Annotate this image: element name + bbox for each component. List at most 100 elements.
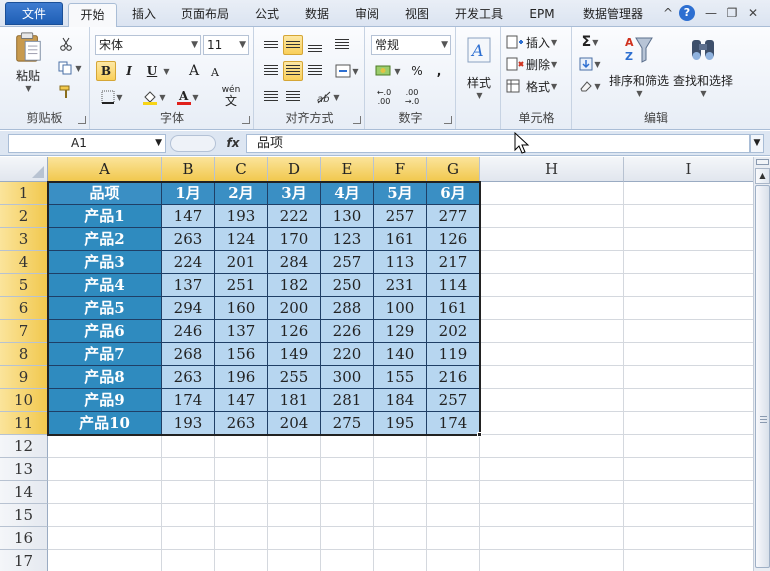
- cell-a17[interactable]: [48, 550, 162, 571]
- cell-i7[interactable]: [624, 320, 753, 343]
- column-header-d[interactable]: D: [268, 157, 321, 182]
- cell-f2[interactable]: 257: [374, 205, 427, 228]
- cell-i6[interactable]: [624, 297, 753, 320]
- cell-b3[interactable]: 263: [162, 228, 215, 251]
- cell-a16[interactable]: [48, 527, 162, 550]
- tab-home[interactable]: 开始: [68, 3, 117, 28]
- column-header-a[interactable]: A: [48, 157, 162, 182]
- cell-g9[interactable]: 216: [427, 366, 480, 389]
- cell-i4[interactable]: [624, 251, 753, 274]
- cell-h4[interactable]: [480, 251, 624, 274]
- align-bottom-button[interactable]: [305, 35, 325, 55]
- text-direction-button[interactable]: ab ▼: [313, 87, 343, 107]
- column-header-g[interactable]: G: [427, 157, 480, 182]
- align-center-button[interactable]: [283, 61, 303, 81]
- cell-c17[interactable]: [215, 550, 268, 571]
- copy-button[interactable]: ▼: [56, 59, 84, 77]
- cell-g5[interactable]: 114: [427, 274, 480, 297]
- cell-g16[interactable]: [427, 527, 480, 550]
- cell-h16[interactable]: [480, 527, 624, 550]
- dialog-launcher-icon[interactable]: [242, 116, 250, 124]
- chevron-down-icon[interactable]: ▼: [191, 36, 198, 54]
- column-header-i[interactable]: I: [624, 157, 753, 182]
- cell-c9[interactable]: 196: [215, 366, 268, 389]
- cell-b15[interactable]: [162, 504, 215, 527]
- cell-d1[interactable]: 3月: [268, 182, 321, 205]
- cell-g15[interactable]: [427, 504, 480, 527]
- cell-g10[interactable]: 257: [427, 389, 480, 412]
- cell-b8[interactable]: 268: [162, 343, 215, 366]
- cell-c12[interactable]: [215, 435, 268, 458]
- cell-h1[interactable]: [480, 182, 624, 205]
- cell-f10[interactable]: 184: [374, 389, 427, 412]
- cell-e12[interactable]: [321, 435, 374, 458]
- cell-c14[interactable]: [215, 481, 268, 504]
- cell-b5[interactable]: 137: [162, 274, 215, 297]
- cell-h17[interactable]: [480, 550, 624, 571]
- comma-style-button[interactable]: ,: [430, 61, 448, 81]
- cell-g11[interactable]: 174: [427, 412, 480, 435]
- cell-d2[interactable]: 222: [268, 205, 321, 228]
- tab-view[interactable]: 视图: [396, 3, 438, 27]
- styles-button[interactable]: A 样式 ▼: [461, 33, 497, 103]
- cell-d8[interactable]: 149: [268, 343, 321, 366]
- dialog-launcher-icon[interactable]: [353, 116, 361, 124]
- delete-cells-button[interactable]: 删除 ▼: [506, 54, 568, 74]
- cell-i14[interactable]: [624, 481, 753, 504]
- cell-i15[interactable]: [624, 504, 753, 527]
- cell-c2[interactable]: 193: [215, 205, 268, 228]
- cell-a10[interactable]: 产品9: [48, 389, 162, 412]
- insert-function-button[interactable]: fx: [222, 134, 244, 153]
- tab-developer[interactable]: 开发工具: [446, 3, 512, 27]
- orientation-button[interactable]: [331, 35, 353, 55]
- number-format-combo[interactable]: 常规 ▼: [371, 35, 451, 55]
- cell-e3[interactable]: 123: [321, 228, 374, 251]
- cell-c10[interactable]: 147: [215, 389, 268, 412]
- cell-d13[interactable]: [268, 458, 321, 481]
- cell-b13[interactable]: [162, 458, 215, 481]
- paste-button[interactable]: 粘贴 ▼: [8, 31, 48, 93]
- cell-g14[interactable]: [427, 481, 480, 504]
- scroll-thumb[interactable]: [755, 185, 770, 568]
- cell-b16[interactable]: [162, 527, 215, 550]
- cell-d7[interactable]: 126: [268, 320, 321, 343]
- cell-f7[interactable]: 129: [374, 320, 427, 343]
- cell-f13[interactable]: [374, 458, 427, 481]
- cell-e6[interactable]: 288: [321, 297, 374, 320]
- cell-i11[interactable]: [624, 412, 753, 435]
- cell-e1[interactable]: 4月: [321, 182, 374, 205]
- tab-data-manager[interactable]: 数据管理器: [574, 3, 652, 27]
- cell-e2[interactable]: 130: [321, 205, 374, 228]
- cell-d10[interactable]: 181: [268, 389, 321, 412]
- row-header-14[interactable]: 14: [0, 481, 48, 504]
- cell-g13[interactable]: [427, 458, 480, 481]
- cell-g17[interactable]: [427, 550, 480, 571]
- column-header-b[interactable]: B: [162, 157, 215, 182]
- cell-h3[interactable]: [480, 228, 624, 251]
- shrink-font-button[interactable]: A: [207, 63, 223, 81]
- dialog-launcher-icon[interactable]: [78, 116, 86, 124]
- formula-input[interactable]: 品项: [246, 134, 750, 153]
- cell-c15[interactable]: [215, 504, 268, 527]
- cell-h5[interactable]: [480, 274, 624, 297]
- cell-e4[interactable]: 257: [321, 251, 374, 274]
- cell-c13[interactable]: [215, 458, 268, 481]
- cell-f15[interactable]: [374, 504, 427, 527]
- cell-c5[interactable]: 251: [215, 274, 268, 297]
- chevron-down-icon[interactable]: ▼: [441, 36, 448, 54]
- cell-d9[interactable]: 255: [268, 366, 321, 389]
- cell-d15[interactable]: [268, 504, 321, 527]
- scroll-up-icon[interactable]: ▲: [755, 168, 770, 184]
- tab-page-layout[interactable]: 页面布局: [172, 3, 238, 27]
- tab-insert[interactable]: 插入: [122, 3, 166, 27]
- paste-dropdown-icon[interactable]: ▼: [25, 84, 31, 93]
- cell-b4[interactable]: 224: [162, 251, 215, 274]
- borders-button[interactable]: ▼: [98, 87, 126, 107]
- cell-i10[interactable]: [624, 389, 753, 412]
- increase-indent-button[interactable]: [283, 87, 303, 107]
- cell-g7[interactable]: 202: [427, 320, 480, 343]
- cell-d4[interactable]: 284: [268, 251, 321, 274]
- cell-f11[interactable]: 195: [374, 412, 427, 435]
- clear-button[interactable]: ▼: [577, 76, 603, 96]
- underline-button[interactable]: U: [143, 61, 161, 81]
